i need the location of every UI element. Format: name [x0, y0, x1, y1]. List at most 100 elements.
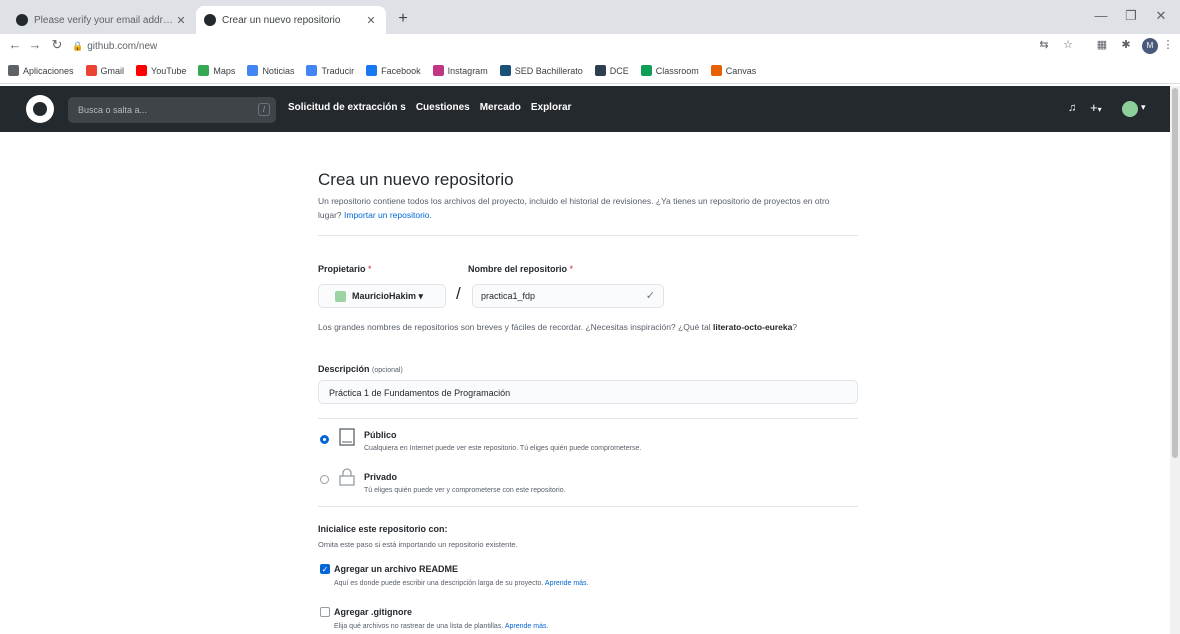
bookmark-item[interactable]: Canvas	[710, 65, 757, 76]
page-scrollbar[interactable]	[1170, 86, 1180, 634]
search-placeholder: Busca o salta a...	[78, 105, 148, 115]
readme-learn-more-link[interactable]: Aprende más.	[545, 580, 589, 587]
puzzle-extensions-icon[interactable]: ✱	[1118, 38, 1134, 51]
bookmark-label: Canvas	[725, 65, 757, 76]
repo-name-value: practica1_fdp	[481, 291, 536, 301]
repo-book-icon	[339, 428, 355, 446]
readme-label[interactable]: Agregar un archivo README	[334, 564, 458, 574]
close-window-icon[interactable]: ✕	[1146, 8, 1176, 24]
chevron-down-icon[interactable]: ▾	[1141, 102, 1146, 113]
divider	[318, 418, 858, 419]
public-title: Público	[364, 430, 397, 440]
private-title: Privado	[364, 472, 398, 482]
close-tab-icon[interactable]: ✕	[174, 14, 188, 27]
browser-menu-icon[interactable]: ⋮	[1160, 38, 1176, 51]
page-subtitle: Un repositorio contiene todos los archiv…	[318, 194, 838, 222]
bookmark-label: DCE	[609, 65, 629, 76]
canvas-icon	[710, 65, 722, 76]
close-tab-icon[interactable]: ✕	[364, 14, 378, 27]
description-label-text: Descripción	[318, 364, 370, 374]
repo-name-hint: Los grandes nombres de repositorios son …	[318, 320, 858, 334]
bookmark-item[interactable]: Gmail	[85, 65, 124, 76]
repo-name-label-text: Nombre del repositorio	[468, 264, 568, 274]
minimize-icon[interactable]: —	[1086, 8, 1116, 23]
repo-name-input[interactable]: practica1_fdp ✓	[472, 284, 664, 308]
github-logo-icon[interactable]	[26, 95, 54, 123]
github-favicon-icon	[16, 14, 28, 26]
maps-icon	[198, 65, 210, 76]
owner-label-text: Propietario	[318, 264, 366, 274]
description-input[interactable]: Práctica 1 de Fundamentos de Programació…	[318, 380, 858, 404]
forward-icon[interactable]: →	[26, 37, 44, 52]
bookmark-item[interactable]: Instagram	[432, 65, 488, 76]
notifications-bell-icon[interactable]: ♫	[1068, 102, 1076, 114]
public-radio[interactable]	[320, 435, 329, 444]
gmail-icon	[85, 65, 97, 76]
translate-icon	[306, 65, 318, 76]
bookmark-label: YouTube	[151, 65, 187, 76]
search-input[interactable]: Busca o salta a... /	[68, 97, 276, 123]
new-repo-form: Crea un nuevo repositorio Un repositorio…	[318, 132, 860, 634]
gitignore-description: Elija qué archivos no rastrear de una li…	[334, 623, 548, 630]
extension-icon[interactable]: ▦	[1094, 38, 1110, 51]
owner-select[interactable]: MauricioHakim ▾	[318, 284, 446, 308]
public-description: Cualquiera en Internet puede ver este re…	[364, 445, 642, 452]
bookmark-item[interactable]: Noticias	[247, 65, 294, 76]
required-mark: *	[368, 264, 372, 274]
bookmark-label: Traducir	[321, 65, 355, 76]
private-radio[interactable]	[320, 475, 329, 484]
nav-marketplace[interactable]: Mercado	[480, 102, 521, 113]
gitignore-learn-more-link[interactable]: Aprende más.	[505, 623, 549, 630]
caret-icon: ▾	[1097, 105, 1102, 114]
owner-value: MauricioHakim ▾	[352, 290, 424, 301]
bookmark-item[interactable]: Traducir	[306, 65, 354, 76]
browser-toolbar: ← → ↻ 🔒 github.com/new ⇆ ☆ ▦ ✱ M ⋮	[0, 34, 1180, 58]
tab-new-repository[interactable]: Crear un nuevo repositorio ✕	[196, 6, 386, 34]
bookmark-item[interactable]: SED Bachillerato	[499, 65, 583, 76]
nav-issues[interactable]: Cuestiones	[416, 102, 470, 113]
bookmark-item[interactable]: DCE	[594, 65, 629, 76]
nav-explore[interactable]: Explorar	[531, 102, 572, 113]
classroom-icon	[640, 65, 652, 76]
url-text: github.com/new	[87, 40, 158, 52]
gitignore-label[interactable]: Agregar .gitignore	[334, 607, 412, 617]
bookmark-item[interactable]: Facebook	[366, 65, 421, 76]
readme-checkbox[interactable]: ✓	[320, 564, 330, 574]
bookmark-item[interactable]: Aplicaciones	[8, 65, 74, 76]
bookmark-item[interactable]: Maps	[198, 65, 235, 76]
slash-shortcut-icon: /	[258, 103, 270, 116]
bookmark-star-icon[interactable]: ☆	[1060, 38, 1076, 51]
hint-text: Los grandes nombres de repositorios son …	[318, 322, 711, 332]
profile-avatar[interactable]: M	[1142, 38, 1158, 54]
bookmark-label: Maps	[213, 65, 236, 76]
hint-end: ?	[792, 322, 798, 332]
private-description: Tú eliges quién puede ver y comprometers…	[364, 487, 566, 494]
bookmarks-bar: Aplicaciones Gmail YouTube Maps Noticias Trad…	[0, 58, 1180, 84]
bookmark-label: Instagram	[447, 65, 488, 76]
translate-page-icon[interactable]: ⇆	[1036, 38, 1052, 51]
gitignore-checkbox[interactable]	[320, 607, 330, 617]
new-tab-button[interactable]: +	[392, 8, 414, 30]
address-bar[interactable]: 🔒 github.com/new	[72, 37, 1012, 55]
facebook-icon	[366, 65, 378, 76]
back-icon[interactable]: ←	[6, 37, 24, 52]
name-suggestion[interactable]: literato-octo-eureka	[713, 322, 792, 332]
bookmark-item[interactable]: Classroom	[640, 65, 699, 76]
youtube-icon	[136, 65, 148, 76]
init-label: Inicialice este repositorio con:	[318, 524, 448, 534]
user-avatar[interactable]	[1122, 101, 1138, 117]
tab-title: Please verify your email address	[34, 14, 174, 26]
reload-icon[interactable]: ↻	[48, 37, 66, 53]
maximize-icon[interactable]: ❐	[1116, 8, 1146, 24]
github-favicon-icon	[204, 14, 216, 26]
required-mark: *	[569, 264, 574, 274]
import-repository-link[interactable]: Importar un repositorio.	[344, 210, 432, 220]
scrollbar-thumb[interactable]	[1172, 88, 1178, 458]
sed-icon	[499, 65, 511, 76]
create-new-icon[interactable]: +▾	[1090, 100, 1102, 115]
tab-verify-email[interactable]: Please verify your email address ✕	[8, 6, 196, 34]
nav-pull-requests[interactable]: Solicitud de extracción s	[288, 102, 406, 113]
gitignore-desc-text: Elija qué archivos no rastrear de una li…	[334, 623, 504, 630]
readme-desc-text: Aquí es donde puede escribir una descrip…	[334, 580, 544, 587]
bookmark-item[interactable]: YouTube	[136, 65, 186, 76]
